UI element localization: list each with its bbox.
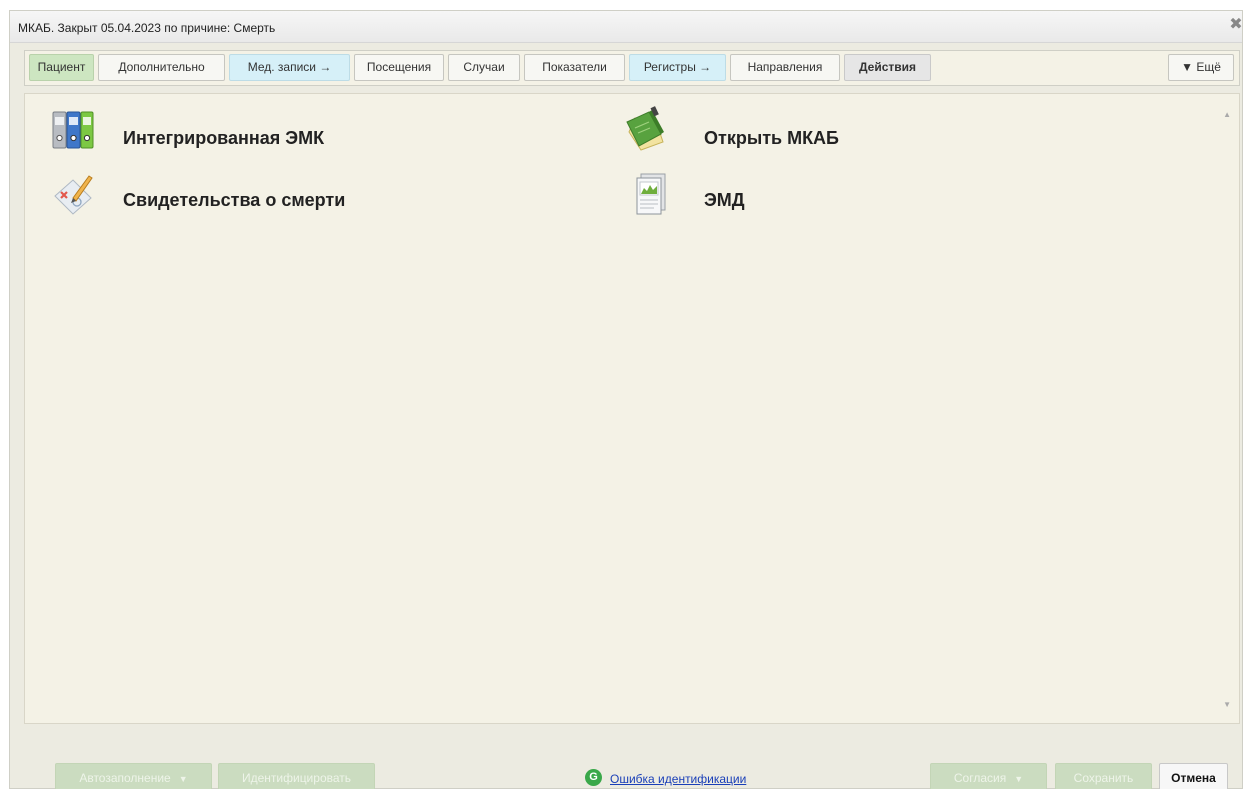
action-label: ЭМД — [704, 190, 745, 210]
action-integrated-emk[interactable]: Интегрированная ЭМК — [51, 106, 371, 154]
tab-directions[interactable]: Направления — [730, 54, 840, 81]
tab-more[interactable]: ▼ Ещё — [1168, 54, 1234, 81]
action-label: Открыть МКАБ — [704, 128, 839, 148]
tab-indicators[interactable]: Показатели — [524, 54, 625, 81]
identify-button[interactable]: Идентифицировать — [218, 763, 375, 789]
tab-med-records[interactable]: Мед. записи → — [229, 54, 350, 81]
scroll-down-icon[interactable]: ▼ — [1223, 700, 1231, 709]
chevron-down-icon: ▼ — [1014, 774, 1024, 784]
save-button[interactable]: Сохранить — [1055, 763, 1152, 789]
actions-panel: ▲ ▼ Интегрированная ЭМК Открыть МКАБ Сви… — [24, 93, 1240, 724]
action-label: Свидетельства о смерти — [123, 190, 346, 210]
cancel-button[interactable]: Отмена — [1159, 763, 1228, 789]
action-emd[interactable]: ЭМД — [629, 170, 829, 218]
title-bar: МКАБ. Закрыт 05.04.2023 по причине: Смер… — [10, 11, 1243, 43]
green-book-icon — [621, 106, 665, 151]
tab-visits[interactable]: Посещения — [354, 54, 444, 81]
tab-patient[interactable]: Пациент — [29, 54, 94, 81]
action-label: Интегрированная ЭМК — [123, 128, 325, 148]
grammarly-g-icon: G — [585, 769, 602, 786]
tab-cases[interactable]: Случаи — [448, 54, 520, 81]
window-title: МКАБ. Закрыт 05.04.2023 по причине: Смер… — [18, 21, 276, 35]
close-icon[interactable]: ✖ — [1228, 17, 1243, 33]
chevron-down-icon: ▼ — [178, 774, 188, 784]
mkab-window: МКАБ. Закрыт 05.04.2023 по причине: Смер… — [9, 10, 1243, 789]
consents-label: Согласия — [953, 771, 1007, 785]
footer-bar: Автозаполнение ▼ Идентифицировать G Ошибк… — [10, 751, 1242, 789]
certificate-pencil-icon — [51, 172, 95, 216]
identification-error-link[interactable]: Ошибка идентификации — [610, 772, 746, 786]
autofill-button[interactable]: Автозаполнение ▼ — [55, 763, 212, 789]
consents-button[interactable]: Согласия ▼ — [930, 763, 1047, 789]
binders-icon — [51, 108, 95, 152]
scroll-up-icon[interactable]: ▲ — [1223, 110, 1231, 119]
tab-additional[interactable]: Дополнительно — [98, 54, 225, 81]
action-open-mkab[interactable]: Открыть МКАБ — [621, 106, 941, 154]
action-death-certificates[interactable]: Свидетельства о смерти — [51, 170, 411, 218]
tab-registers[interactable]: Регистры → — [629, 54, 726, 81]
autofill-label: Автозаполнение — [79, 771, 171, 785]
document-chart-icon — [629, 170, 673, 215]
tab-actions[interactable]: Действия — [844, 54, 931, 81]
tab-bar: Пациент Дополнительно Мед. записи → Посе… — [24, 50, 1240, 86]
